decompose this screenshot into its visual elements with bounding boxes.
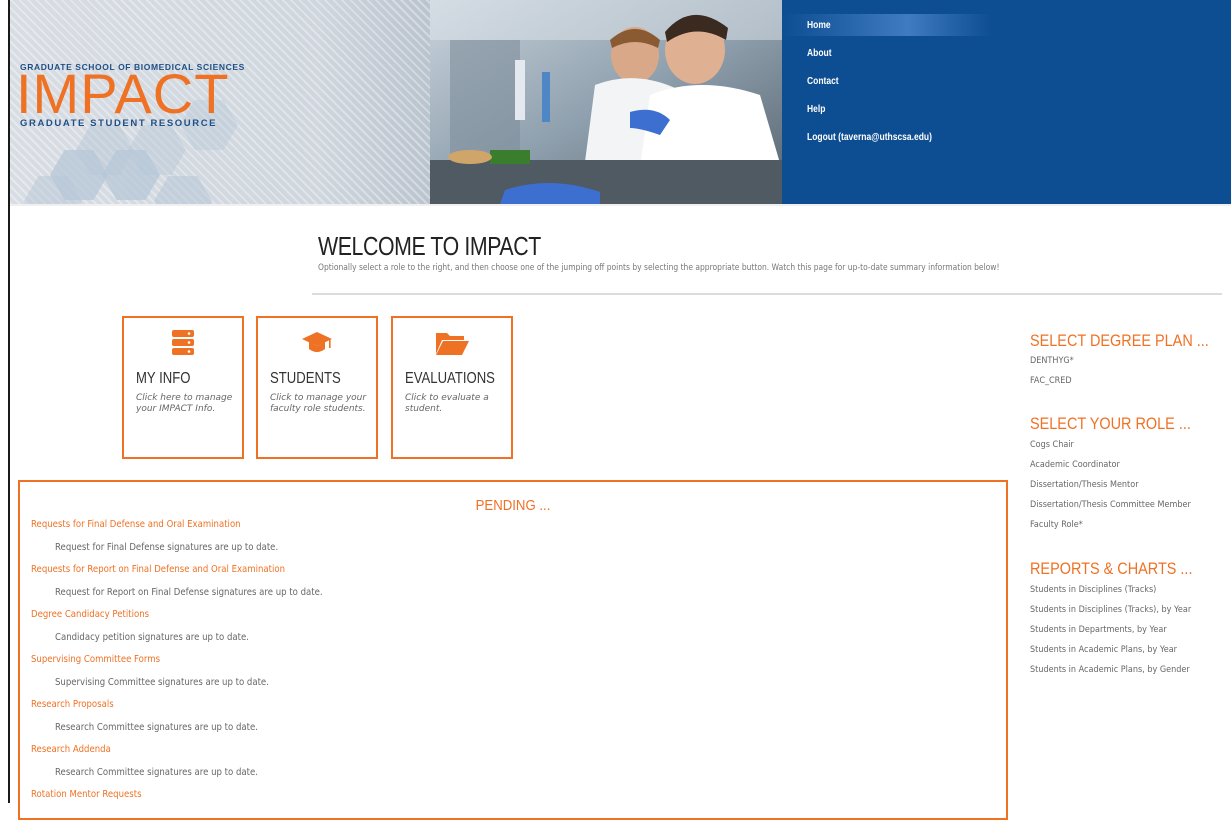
nav-contact[interactable]: Contact: [807, 76, 839, 87]
page-subtitle: Optionally select a role to the right, a…: [318, 263, 1000, 273]
header-banner: GRADUATE SCHOOL OF BIOMEDICAL SCIENCES I…: [10, 0, 782, 204]
pending-status: Research Committee signatures are up to …: [55, 767, 258, 778]
tile-title: STUDENTS: [270, 370, 341, 387]
tile-description: Click here to manage your IMPACT Info.: [136, 393, 233, 414]
tile-description: Click to manage your faculty role studen…: [270, 393, 367, 414]
degree-plan-option[interactable]: FAC_CRED: [1030, 376, 1072, 386]
page-title: WELCOME TO IMPACT: [318, 231, 541, 261]
report-link[interactable]: Students in Disciplines (Tracks), by Yea…: [1030, 605, 1191, 615]
my-info-tile[interactable]: MY INFO Click here to manage your IMPACT…: [122, 316, 244, 459]
role-option[interactable]: Faculty Role*: [1030, 520, 1083, 530]
report-link[interactable]: Students in Disciplines (Tracks): [1030, 585, 1156, 595]
top-navigation: Home About Contact Help Logout (taverna@…: [782, 0, 1231, 204]
graduation-cap-icon: [302, 330, 332, 360]
server-icon: [172, 330, 194, 360]
pending-link-final-defense[interactable]: Requests for Final Defense and Oral Exam…: [31, 519, 241, 530]
pending-link-report-final-defense[interactable]: Requests for Report on Final Defense and…: [31, 564, 285, 575]
nav-help[interactable]: Help: [807, 104, 825, 115]
header-divider: [10, 204, 1231, 206]
left-border: [8, 0, 10, 803]
report-link[interactable]: Students in Academic Plans, by Year: [1030, 645, 1177, 655]
report-link[interactable]: Students in Academic Plans, by Gender: [1030, 665, 1190, 675]
pending-title: PENDING ...: [475, 497, 551, 514]
pending-link-research-addenda[interactable]: Research Addenda: [31, 744, 111, 755]
welcome-divider: [312, 293, 1222, 295]
pending-status: Request for Final Defense signatures are…: [55, 542, 279, 553]
nav-about[interactable]: About: [807, 48, 832, 59]
logo-subtitle: GRADUATE STUDENT RESOURCE: [20, 118, 218, 129]
pending-link-candidacy-petitions[interactable]: Degree Candidacy Petitions: [31, 609, 149, 620]
role-option[interactable]: Dissertation/Thesis Mentor: [1030, 480, 1139, 490]
tile-title: MY INFO: [136, 370, 191, 387]
degree-plan-heading: SELECT DEGREE PLAN ...: [1030, 331, 1209, 350]
role-heading: SELECT YOUR ROLE ...: [1030, 414, 1191, 433]
pending-status: Research Committee signatures are up to …: [55, 722, 258, 733]
pending-link-rotation-mentor[interactable]: Rotation Mentor Requests: [31, 789, 142, 800]
pending-status: Candidacy petition signatures are up to …: [55, 632, 249, 643]
nav-home[interactable]: Home: [807, 20, 831, 31]
role-option[interactable]: Cogs Chair: [1030, 440, 1074, 450]
role-option[interactable]: Dissertation/Thesis Committee Member: [1030, 500, 1191, 510]
folder-open-icon: [435, 330, 469, 360]
hexagon-decoration: [154, 176, 212, 204]
logo-title: IMPACT: [16, 62, 230, 125]
pending-status: Supervising Committee signatures are up …: [55, 677, 269, 688]
report-link[interactable]: Students in Departments, by Year: [1030, 625, 1167, 635]
pending-status: Request for Report on Final Defense sign…: [55, 587, 323, 598]
site-header: GRADUATE SCHOOL OF BIOMEDICAL SCIENCES I…: [0, 0, 1231, 206]
lab-researchers-photo: [430, 0, 782, 204]
tile-description: Click to evaluate a student.: [405, 393, 489, 414]
nav-logout[interactable]: Logout (taverna@uthscsa.edu): [807, 132, 932, 143]
reports-heading: REPORTS & CHARTS ...: [1030, 559, 1193, 578]
pending-link-research-proposals[interactable]: Research Proposals: [31, 699, 114, 710]
pending-link-supervising-committee[interactable]: Supervising Committee Forms: [31, 654, 160, 665]
students-tile[interactable]: STUDENTS Click to manage your faculty ro…: [256, 316, 378, 459]
pending-panel: PENDING ... Requests for Final Defense a…: [18, 480, 1008, 820]
evaluations-tile[interactable]: EVALUATIONS Click to evaluate a student.: [391, 316, 513, 459]
tile-title: EVALUATIONS: [405, 370, 495, 387]
degree-plan-option[interactable]: DENTHYG*: [1030, 356, 1074, 366]
role-option[interactable]: Academic Coordinator: [1030, 460, 1120, 470]
